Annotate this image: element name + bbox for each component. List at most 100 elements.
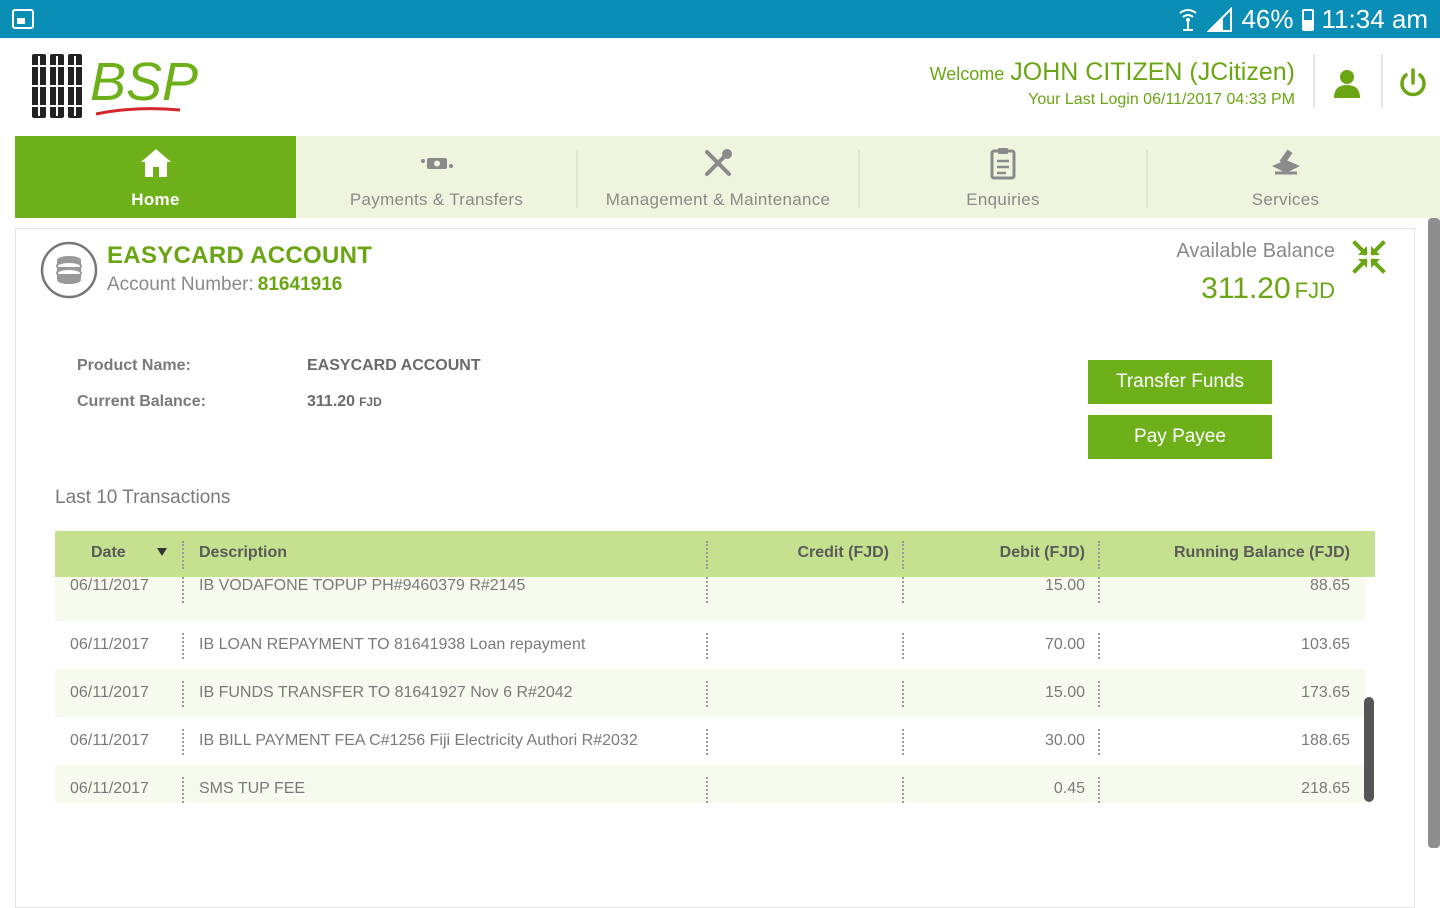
cell-balance: 188.65	[1301, 732, 1350, 749]
current-balance-label: Current Balance:	[77, 393, 206, 410]
account-number-line: Account Number: 81641916	[107, 274, 342, 296]
home-icon	[140, 149, 171, 177]
cell-separator	[182, 577, 184, 603]
account-number-label: Account Number:	[107, 274, 254, 295]
pay-payee-button[interactable]: Pay Payee	[1088, 415, 1272, 459]
cell-separator	[182, 777, 184, 803]
cell-description: SMS TUP FEE	[199, 780, 306, 797]
nav-item-enquiries[interactable]: Enquiries	[860, 136, 1146, 218]
table-row[interactable]: 06/11/2017 IB BILL PAYMENT FEA C#1256 Fi…	[55, 717, 1365, 765]
column-resize-handle[interactable]	[1098, 541, 1100, 569]
last-login: Your Last Login 06/11/2017 04:33 PM	[1028, 91, 1295, 108]
cell-separator	[182, 681, 184, 707]
table-body: 06/11/2017 IB VODAFONE TOPUP PH#9460379 …	[55, 573, 1365, 803]
nav-item-services[interactable]: Services	[1148, 136, 1423, 218]
collapse-icon[interactable]	[1352, 240, 1386, 274]
cell-separator	[182, 729, 184, 755]
status-bar-right: 46% 11:34 am	[1177, 4, 1428, 35]
cell-balance: 103.65	[1301, 636, 1350, 653]
cell-separator	[1098, 729, 1100, 755]
nav-label: Management & Maintenance	[605, 190, 831, 209]
available-balance-currency: FJD	[1294, 278, 1335, 303]
tools-icon	[705, 149, 732, 176]
column-resize-handle[interactable]	[902, 541, 904, 569]
cell-separator	[902, 681, 904, 707]
cell-debit: 0.45	[1053, 780, 1085, 797]
logout-icon[interactable]	[1397, 66, 1429, 100]
header-divider	[1313, 54, 1315, 108]
column-header-description[interactable]: Description	[199, 544, 287, 562]
column-resize-handle[interactable]	[706, 541, 708, 569]
available-balance-label: Available Balance	[1176, 240, 1335, 262]
user-name: JOHN CITIZEN (JCitizen)	[1010, 58, 1295, 86]
cell-description: IB LOAN REPAYMENT TO 81641938 Loan repay…	[199, 636, 586, 653]
nav-item-payments-transfers[interactable]: Payments & Transfers	[296, 136, 577, 218]
table-row[interactable]: 06/11/2017 IB VODAFONE TOPUP PH#9460379 …	[55, 573, 1365, 621]
cell-separator	[706, 633, 708, 659]
page-scrollbar[interactable]	[1428, 218, 1440, 848]
sort-desc-icon[interactable]	[157, 548, 167, 556]
cell-separator	[902, 577, 904, 603]
current-balance-value: 311.20 FJD	[307, 393, 382, 411]
product-name-label: Product Name:	[77, 357, 191, 374]
table-header: Date Description Credit (FJD) Debit (FJD…	[55, 531, 1375, 577]
cell-date: 06/11/2017	[70, 636, 149, 653]
cell-balance: 173.65	[1301, 684, 1350, 701]
product-name-value: EASYCARD ACCOUNT	[307, 357, 481, 374]
signal-icon	[1207, 6, 1233, 32]
cell-separator	[706, 777, 708, 803]
column-header-credit[interactable]: Credit (FJD)	[797, 544, 889, 562]
cell-balance: 88.65	[1309, 577, 1350, 594]
cell-separator	[902, 729, 904, 755]
column-resize-handle[interactable]	[182, 541, 184, 569]
cell-debit: 30.00	[1044, 732, 1085, 749]
welcome-label: Welcome	[929, 64, 1005, 84]
cell-debit: 15.00	[1044, 577, 1085, 594]
cell-separator	[182, 633, 184, 659]
current-balance-currency: FJD	[359, 395, 382, 409]
table-row[interactable]: 06/11/2017 IB FUNDS TRANSFER TO 81641927…	[55, 669, 1365, 717]
nav-item-home[interactable]: Home	[15, 136, 296, 218]
battery-icon	[1301, 8, 1314, 31]
battery-percent: 46%	[1241, 4, 1294, 34]
transfer-funds-button[interactable]: Transfer Funds	[1088, 360, 1272, 404]
available-balance: 311.20 FJD	[1201, 272, 1335, 306]
coins-icon	[40, 241, 98, 299]
profile-icon[interactable]	[1330, 66, 1364, 100]
wifi-icon	[1179, 8, 1198, 31]
cell-date: 06/11/2017	[70, 577, 149, 594]
cell-date: 06/11/2017	[70, 780, 149, 797]
table-row[interactable]: 06/11/2017 SMS TUP FEE 0.45 218.65	[55, 765, 1365, 803]
column-header-date[interactable]: Date	[91, 544, 126, 562]
header-divider	[1381, 54, 1383, 108]
cell-description: IB FUNDS TRANSFER TO 81641927 Nov 6 R#20…	[199, 684, 573, 701]
current-balance-amount: 311.20	[307, 393, 356, 410]
cell-separator	[706, 729, 708, 755]
available-balance-amount: 311.20	[1201, 272, 1291, 305]
table-scrollbar[interactable]	[1364, 697, 1374, 802]
cell-separator	[1098, 633, 1100, 659]
cell-separator	[706, 577, 708, 603]
nav-item-management-maintenance[interactable]: Management & Maintenance	[578, 136, 858, 218]
screenshot-icon	[12, 9, 34, 29]
transactions-title: Last 10 Transactions	[55, 487, 231, 508]
column-header-running-balance[interactable]: Running Balance (FJD)	[1174, 544, 1350, 562]
account-number: 81641916	[257, 274, 343, 295]
cell-debit: 15.00	[1044, 684, 1085, 701]
cell-debit: 70.00	[1044, 636, 1085, 653]
cell-description: IB BILL PAYMENT FEA C#1256 Fiji Electric…	[199, 732, 638, 749]
cell-separator	[1098, 577, 1100, 603]
money-icon	[420, 158, 453, 169]
clipboard-icon	[990, 148, 1016, 180]
services-icon	[1271, 149, 1300, 175]
cell-separator	[1098, 777, 1100, 803]
column-header-debit[interactable]: Debit (FJD)	[1000, 544, 1085, 562]
bsp-logo: BSP	[32, 52, 198, 118]
table-row[interactable]: 06/11/2017 IB LOAN REPAYMENT TO 81641938…	[55, 621, 1365, 669]
nav-label: Services	[1251, 190, 1320, 209]
cell-date: 06/11/2017	[70, 732, 149, 749]
cell-separator	[902, 777, 904, 803]
app-header: BSP Welcome JOHN CITIZEN (JCitizen) Your …	[0, 38, 1440, 136]
svg-text:BSP: BSP	[90, 52, 198, 112]
transactions-table: Date Description Credit (FJD) Debit (FJD…	[55, 531, 1375, 803]
